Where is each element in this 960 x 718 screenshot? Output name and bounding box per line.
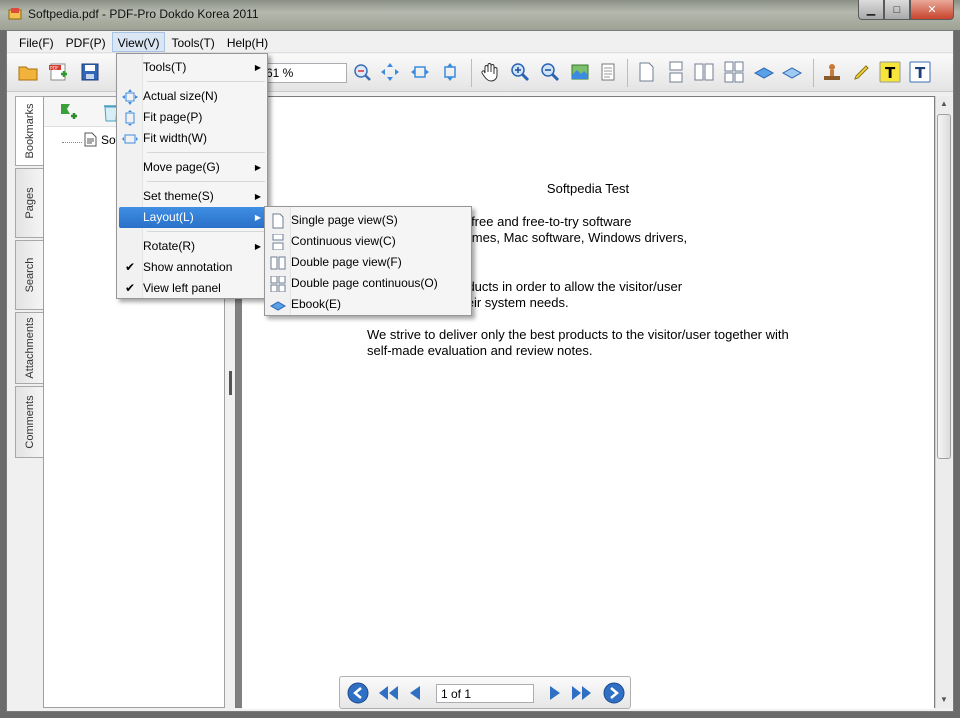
tab-bookmarks[interactable]: Bookmarks [15,96,43,166]
fit-actual-icon[interactable] [379,61,401,83]
document-title: Softpedia Test [546,181,630,196]
menu-tools[interactable]: Tools(T) [165,32,220,52]
double-continuous-icon [270,276,286,292]
pdf-page: Softpedia Test y of over 300,000 free an… [242,97,934,709]
zoom-dropdown-icon[interactable] [351,61,373,83]
vertical-scrollbar[interactable]: ▲ ▼ [935,96,952,708]
checkmark-icon: ✔ [125,281,136,295]
save-icon[interactable] [79,61,101,83]
svg-text:PDF: PDF [50,66,59,72]
scrollbar-thumb[interactable] [937,114,951,459]
tab-search[interactable]: Search [15,240,43,310]
view-menu-fit-page[interactable]: Fit page(P) [119,107,267,128]
checkmark-icon: ✔ [125,260,136,274]
menu-bar: File(F) PDF(P) View(V) Tools(T) Help(H) [7,31,953,53]
fit-page-icon [125,110,135,126]
view-menu-move-page[interactable]: Move page(G) ▶ [119,157,267,178]
single-page-icon [272,213,284,229]
menu-pdf[interactable]: PDF(P) [60,32,112,52]
fit-height-toolbar-icon[interactable] [439,61,461,83]
layout-double-page-continuous[interactable]: Double page continuous(O) [267,273,471,294]
ebook-toolbar-icon[interactable] [753,61,775,83]
stamp-icon[interactable] [821,61,843,83]
double-continuous-toolbar-icon[interactable] [723,61,745,83]
continuous-toolbar-icon[interactable] [665,61,687,83]
next-page-icon[interactable] [542,682,566,704]
window-title: Softpedia.pdf - PDF-Pro Dokdo Korea 2011 [28,7,259,21]
zoom-input[interactable]: 61 % [261,63,347,83]
forward-icon[interactable] [602,682,626,704]
maximize-button[interactable]: □ [884,0,910,20]
page-navigation: 1 of 1 [339,676,631,709]
scroll-up-arrow[interactable]: ▲ [936,96,952,112]
snapshot-icon[interactable] [569,61,591,83]
ebook-alt-toolbar-icon[interactable] [781,61,803,83]
title-bar: Softpedia.pdf - PDF-Pro Dokdo Korea 2011… [0,0,960,30]
previous-page-icon[interactable] [404,682,428,704]
new-pdf-icon[interactable]: PDF [47,61,69,83]
left-panel-tabs: Bookmarks Pages Search Attachments Comme… [13,96,43,484]
menu-view[interactable]: View(V) [111,32,166,52]
view-menu-tools[interactable]: Tools(T) ▶ [119,57,267,78]
zoom-out-icon[interactable] [539,61,561,83]
zoom-in-icon[interactable] [509,61,531,83]
view-menu: Tools(T) ▶ Actual size(N) Fit page(P) Fit… [116,53,268,299]
view-menu-fit-width[interactable]: Fit width(W) [119,128,267,149]
ebook-icon [270,301,286,311]
layout-ebook[interactable]: Ebook(E) [267,294,471,315]
first-page-icon[interactable] [376,682,400,704]
document-icon [84,132,97,147]
tab-comments[interactable]: Comments [15,386,43,458]
actual-size-icon [122,89,138,105]
view-menu-actual-size[interactable]: Actual size(N) [119,86,267,107]
back-icon[interactable] [346,682,370,704]
view-menu-show-annotation[interactable]: ✔ Show annotation [119,257,267,278]
tab-pages[interactable]: Pages [15,168,43,238]
svg-text:T: T [915,64,926,82]
view-menu-view-left-panel[interactable]: ✔ View left panel [119,278,267,299]
view-menu-rotate[interactable]: Rotate(R) ▶ [119,236,267,257]
select-text-icon[interactable] [597,61,619,83]
last-page-icon[interactable] [570,682,594,704]
double-page-toolbar-icon[interactable] [693,61,715,83]
double-page-icon [270,256,286,270]
close-button[interactable]: ✕ [910,0,954,20]
fit-width-toolbar-icon[interactable] [409,61,431,83]
typewriter-icon[interactable]: T [909,61,931,83]
layout-submenu: Single page view(S) Continuous view(C) D… [264,206,472,316]
open-folder-icon[interactable] [17,61,39,83]
layout-single-page-view[interactable]: Single page view(S) [267,210,471,231]
document-paragraph-3: We strive to deliver only the best produ… [367,327,789,358]
page-number-input[interactable]: 1 of 1 [436,684,534,703]
layout-double-page-view[interactable]: Double page view(F) [267,252,471,273]
document-view[interactable]: Softpedia Test y of over 300,000 free an… [235,96,939,709]
continuous-icon [272,234,284,250]
single-page-toolbar-icon[interactable] [635,61,657,83]
view-menu-layout[interactable]: Layout(L) ▶ [119,207,267,228]
add-bookmark-icon[interactable] [58,101,80,123]
hand-tool-icon[interactable] [479,61,501,83]
layout-continuous-view[interactable]: Continuous view(C) [267,231,471,252]
tab-attachments[interactable]: Attachments [15,312,43,384]
view-menu-set-theme[interactable]: Set theme(S) ▶ [119,186,267,207]
minimize-button[interactable]: ▁ [858,0,884,20]
fit-width-icon [122,134,138,144]
menu-file[interactable]: File(F) [13,32,60,52]
app-icon [8,8,22,20]
scroll-down-arrow[interactable]: ▼ [936,692,952,708]
menu-help[interactable]: Help(H) [221,32,274,52]
text-annotation-icon[interactable]: T [879,61,901,83]
highlighter-icon[interactable] [851,61,873,83]
svg-text:T: T [885,64,896,82]
